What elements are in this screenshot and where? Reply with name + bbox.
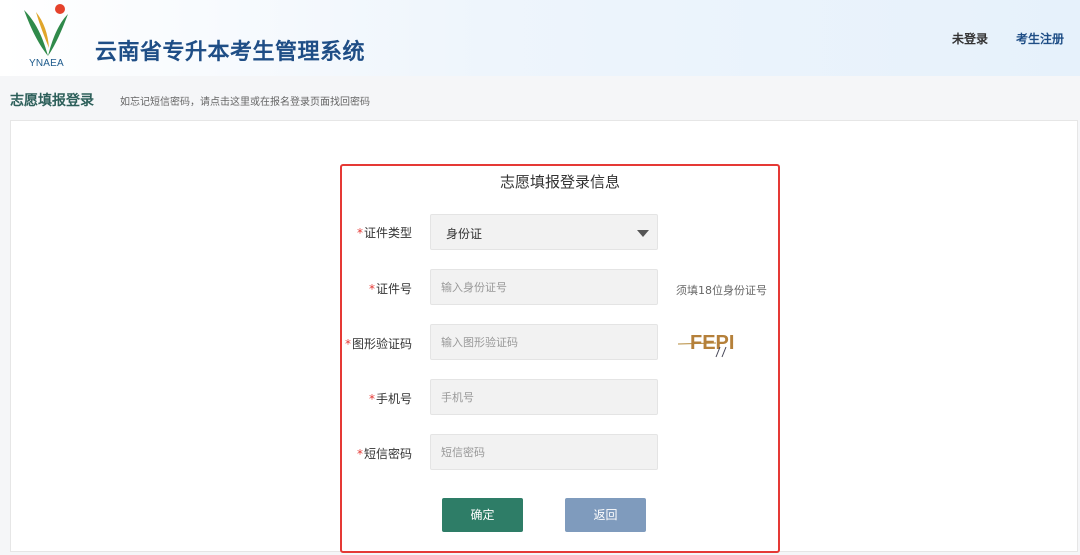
sms-password-label: *短信密码 [356,447,412,461]
caret-down-icon [637,230,649,237]
header-bar: YNAEA 云南省专升本考生管理系统 未登录 考生注册 [0,0,1080,76]
logo-text: YNAEA [29,58,64,69]
register-link[interactable]: 考生注册 [1016,30,1064,47]
sms-password-input[interactable] [431,435,657,469]
captcha-text: FEPI [690,332,734,354]
phone-field [430,379,658,415]
required-mark: * [344,337,351,351]
captcha-label: *图形验证码 [344,337,412,351]
id-number-label: *证件号 [368,282,412,296]
confirm-button[interactable]: 确定 [442,498,523,532]
captcha-field [430,324,658,360]
captcha-input[interactable] [431,325,657,359]
phone-input[interactable] [431,380,657,414]
required-mark: * [368,282,375,296]
id-number-input[interactable] [431,270,657,304]
required-mark: * [368,392,375,406]
id-number-field [430,269,658,305]
sub-bar: 志愿填报登录 如忘记短信密码，请点击这里或在报名登录页面找回密码 [0,76,1080,120]
phone-label: *手机号 [368,392,412,406]
system-title: 云南省专升本考生管理系统 [95,40,366,65]
form-title: 志愿填报登录信息 [499,173,620,191]
id-type-value: 身份证 [446,227,483,241]
sms-password-field [430,434,658,470]
required-mark: * [356,226,363,240]
page-title: 志愿填报登录 [10,93,94,109]
not-logged-in-link[interactable]: 未登录 [952,30,988,47]
back-button[interactable]: 返回 [565,498,646,532]
captcha-image[interactable]: FEPI [676,326,746,360]
id-number-hint: 须填18位身份证号 [676,284,767,297]
id-type-select[interactable]: 身份证 [430,214,658,250]
required-mark: * [356,447,363,461]
recover-password-link[interactable]: 如忘记短信密码，请点击这里或在报名登录页面找回密码 [120,93,370,108]
id-type-label: *证件类型 [356,226,412,240]
